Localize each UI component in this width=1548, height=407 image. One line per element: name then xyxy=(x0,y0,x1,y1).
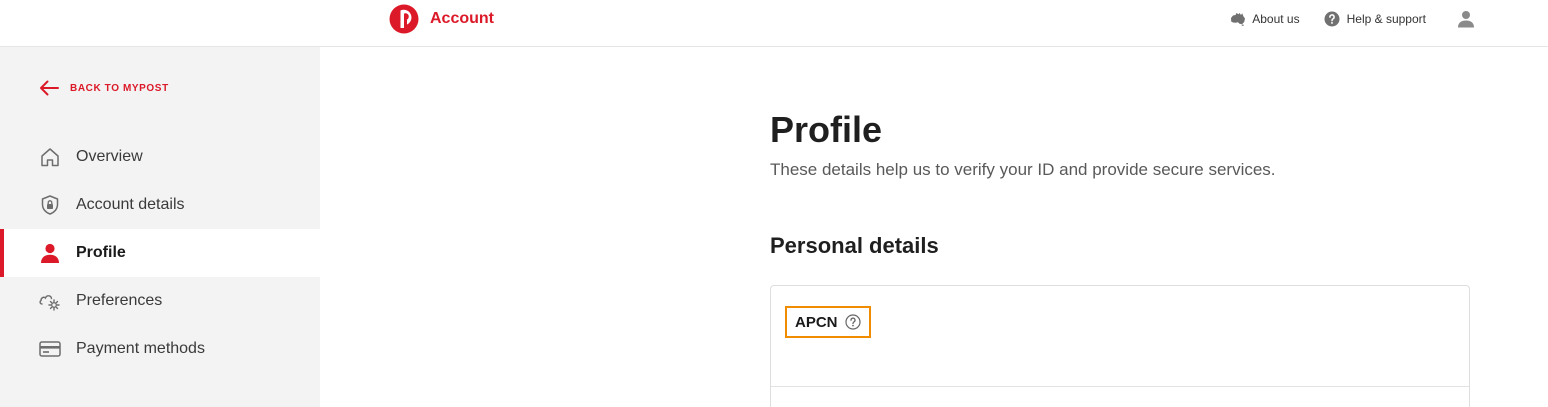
sidebar-item-label: Overview xyxy=(76,148,143,165)
sidebar-item-payment-methods[interactable]: Payment methods xyxy=(0,325,320,373)
home-icon xyxy=(38,145,62,169)
question-circle-icon xyxy=(844,314,861,330)
back-to-mypost-link[interactable]: BACK TO MYPOST xyxy=(38,79,169,97)
user-menu-button[interactable] xyxy=(1456,9,1476,29)
sidebar-item-account-details[interactable]: Account details xyxy=(0,181,320,229)
shield-lock-icon xyxy=(38,193,62,217)
sidebar-item-label: Account details xyxy=(76,196,185,213)
credit-card-icon xyxy=(38,337,62,361)
help-circle-icon xyxy=(1324,11,1341,28)
arrow-left-icon xyxy=(40,80,59,96)
section-title-personal-details: Personal details xyxy=(770,233,939,258)
sidebar-item-label: Profile xyxy=(76,244,126,261)
brand[interactable]: Account xyxy=(389,4,494,34)
about-us-link[interactable]: About us xyxy=(1229,11,1300,28)
sidebar-item-overview[interactable]: Overview xyxy=(0,133,320,181)
header-nav: About us Help & support xyxy=(1205,8,1476,30)
card-divider xyxy=(771,386,1469,387)
help-support-link[interactable]: Help & support xyxy=(1324,11,1426,28)
page-subtitle: These details help us to verify your ID … xyxy=(770,160,1276,179)
sidebar: BACK TO MYPOST Overview Account details xyxy=(0,47,320,407)
page-title: Profile xyxy=(770,109,883,150)
brand-title: Account xyxy=(430,10,494,27)
sidebar-menu: Overview Account details Profile Prefere… xyxy=(0,133,320,373)
sidebar-item-preferences[interactable]: Preferences xyxy=(0,277,320,325)
gear-cloud-icon xyxy=(38,289,62,313)
top-header: Account About us Help & support xyxy=(0,0,1548,47)
help-support-label: Help & support xyxy=(1346,12,1426,26)
apcn-label: APCN xyxy=(795,313,838,331)
apcn-help-button[interactable] xyxy=(844,314,861,330)
back-to-mypost-label: BACK TO MYPOST xyxy=(70,82,169,94)
australia-post-logo-icon xyxy=(389,4,419,34)
sidebar-item-label: Preferences xyxy=(76,292,163,309)
apcn-field-label: APCN xyxy=(785,306,871,338)
person-icon xyxy=(38,241,62,265)
sidebar-item-label: Payment methods xyxy=(76,340,205,357)
about-us-label: About us xyxy=(1252,12,1300,26)
australia-map-icon xyxy=(1229,11,1246,28)
personal-details-card: APCN xyxy=(770,285,1470,407)
sidebar-item-profile[interactable]: Profile xyxy=(0,229,320,277)
user-icon xyxy=(1458,11,1474,28)
